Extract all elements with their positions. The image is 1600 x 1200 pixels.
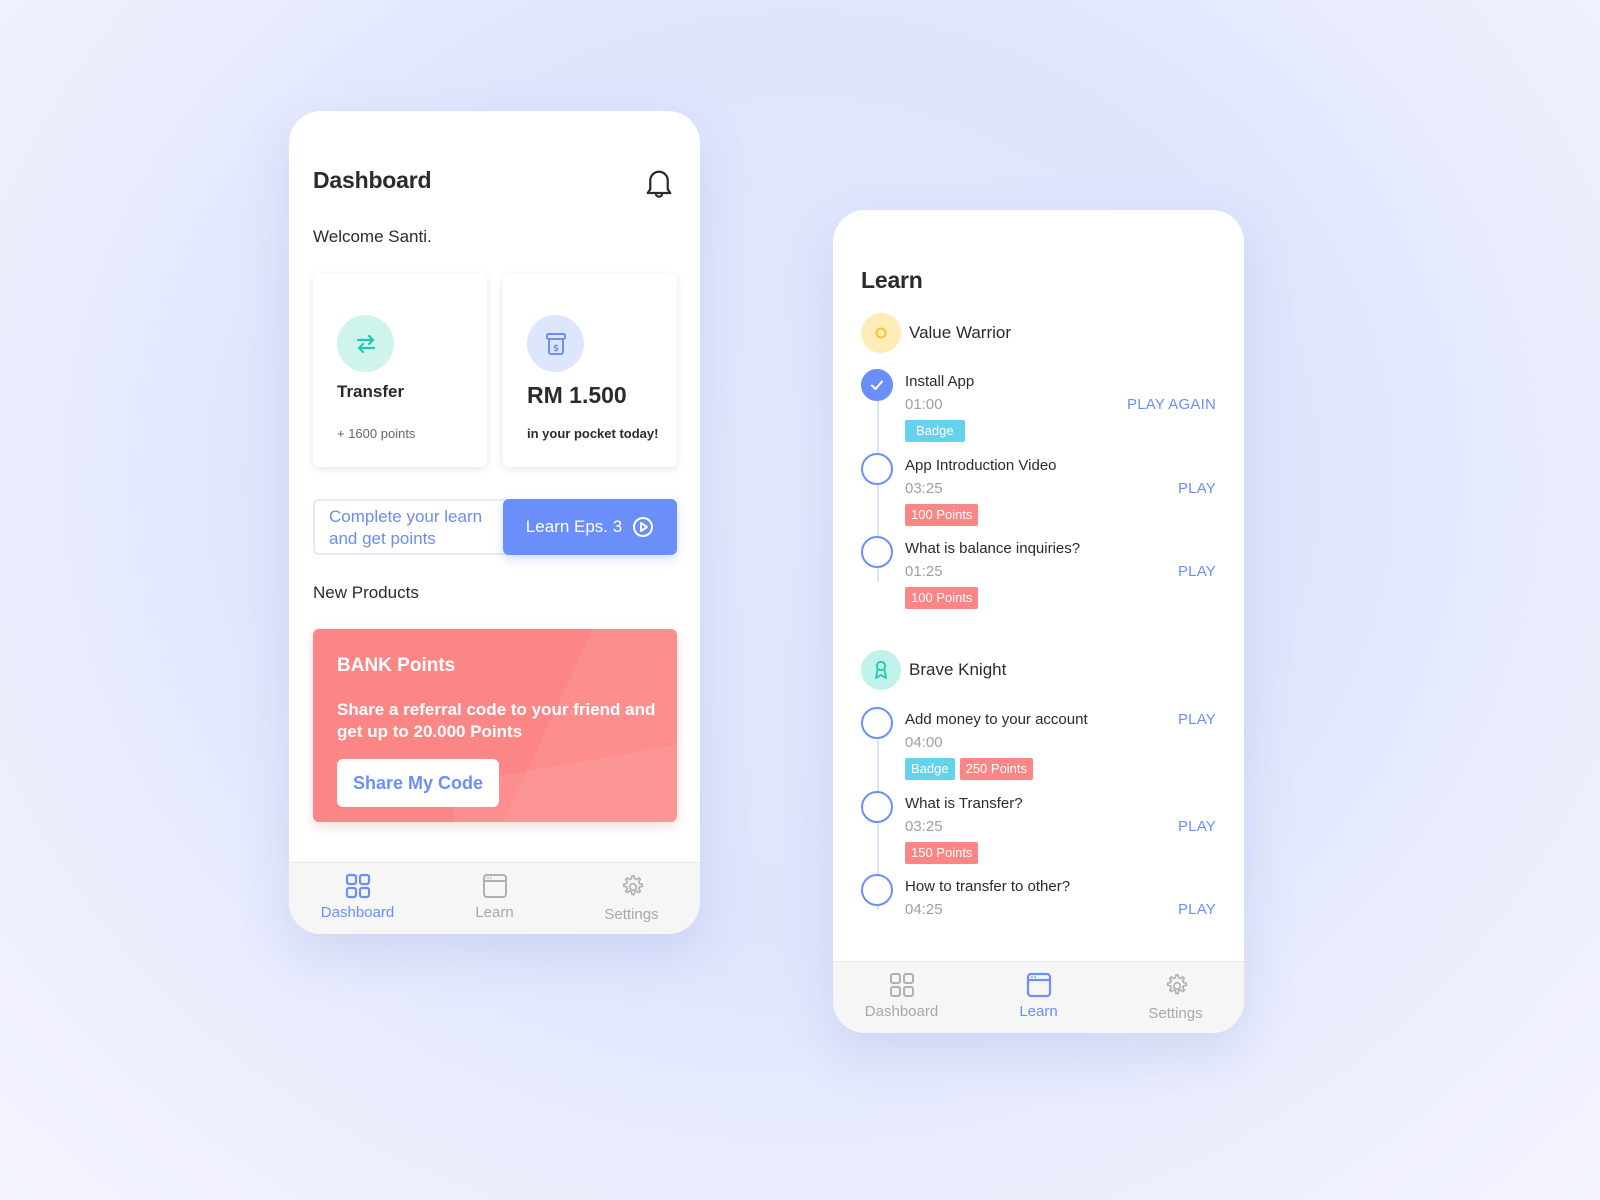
grid-icon xyxy=(889,973,914,997)
tab-settings[interactable]: Settings xyxy=(563,863,700,934)
lesson-node xyxy=(861,874,893,906)
award-ribbon-icon xyxy=(875,660,887,679)
completed-node xyxy=(861,369,893,401)
points-tag: 100 Points xyxy=(905,504,979,526)
play-button[interactable]: PLAY xyxy=(1178,901,1216,918)
lesson-tags: 100 Points xyxy=(905,587,979,609)
lesson-item: How to transfer to other? 04:25 PLAY xyxy=(861,874,1216,934)
page-title: Learn xyxy=(861,267,923,293)
learn-screen: Learn Value Warrior Install App 01:00 Ba… xyxy=(833,210,1244,1033)
tab-learn[interactable]: Learn xyxy=(426,863,563,934)
tab-label: Learn xyxy=(475,904,514,921)
lesson-duration: 04:00 xyxy=(905,734,943,751)
lesson-item: What is balance inquiries? 01:25 100 Poi… xyxy=(861,536,1216,616)
points-tag: 250 Points xyxy=(959,758,1034,780)
play-button[interactable]: PLAY xyxy=(1178,563,1216,580)
money-box-icon: $ xyxy=(545,332,566,355)
bank-points-card: BANK Points Share a referral code to you… xyxy=(313,629,677,822)
bank-points-title: BANK Points xyxy=(337,655,456,676)
money-icon-circle: $ xyxy=(527,315,584,372)
tab-label: Settings xyxy=(1148,1005,1203,1022)
window-icon xyxy=(1026,972,1051,998)
group-icon-circle xyxy=(861,313,901,353)
lesson-title: What is balance inquiries? xyxy=(905,540,1081,557)
group-header: Value Warrior xyxy=(861,313,1011,353)
lesson-duration: 01:00 xyxy=(905,396,943,413)
tab-label: Learn xyxy=(1019,1003,1058,1020)
lesson-tags: 100 Points xyxy=(905,504,979,526)
group-name: Value Warrior xyxy=(909,323,1012,342)
transfer-arrows-icon xyxy=(356,334,375,353)
check-icon xyxy=(871,380,883,390)
circle-icon xyxy=(875,327,887,339)
lesson-tags: 150 Points xyxy=(905,842,979,864)
share-code-button[interactable]: Share My Code xyxy=(337,759,499,807)
tab-label: Dashboard xyxy=(320,904,395,921)
transfer-points: + 1600 points xyxy=(337,426,416,441)
lesson-tags: Badge xyxy=(905,420,965,442)
lesson-item: Install App 01:00 Badge PLAY AGAIN xyxy=(861,369,1216,449)
gear-icon xyxy=(1166,974,1187,995)
lesson-duration: 03:25 xyxy=(905,818,943,835)
tab-label: Dashboard xyxy=(864,1003,939,1020)
welcome-text: Welcome Santi. xyxy=(313,227,432,246)
lesson-title: Add money to your account xyxy=(905,711,1088,728)
lesson-node xyxy=(861,536,893,568)
lesson-node xyxy=(861,707,893,739)
lesson-title: What is Transfer? xyxy=(905,795,1023,812)
bank-points-description: Share a referral code to your friend and… xyxy=(337,700,656,741)
transfer-label: Transfer xyxy=(337,382,405,401)
lesson-title: Install App xyxy=(905,373,975,390)
lesson-tags: Badge 250 Points xyxy=(905,758,1034,780)
lesson-duration: 03:25 xyxy=(905,480,943,497)
points-tag: 100 Points xyxy=(905,587,979,609)
group-icon-circle xyxy=(861,650,901,690)
transfer-icon-circle xyxy=(337,315,394,372)
new-products-heading: New Products xyxy=(313,583,419,602)
tab-learn[interactable]: Learn xyxy=(970,962,1107,1033)
tab-settings[interactable]: Settings xyxy=(1107,962,1244,1033)
play-again-button[interactable]: PLAY AGAIN xyxy=(1127,396,1216,413)
pocket-caption: in your pocket today! xyxy=(527,426,659,441)
points-tag: 150 Points xyxy=(905,842,979,864)
bell-icon[interactable] xyxy=(644,166,674,200)
badge-tag: Badge xyxy=(905,758,955,780)
bottom-tab-bar: Dashboard Learn Settings xyxy=(833,961,1244,1033)
pocket-card[interactable]: $ RM 1.500 in your pocket today! xyxy=(503,274,677,467)
group-header: Brave Knight xyxy=(861,650,1006,690)
learn-episode-label: Learn Eps. 3 xyxy=(525,517,623,536)
dashboard-screen: Dashboard Welcome Santi. Transfer + 1600… xyxy=(289,111,700,934)
lesson-item: App Introduction Video 03:25 100 Points … xyxy=(861,453,1216,533)
svg-text:$: $ xyxy=(552,344,558,354)
pocket-amount: RM 1.500 xyxy=(527,382,627,408)
window-icon xyxy=(482,874,507,898)
tab-label: Settings xyxy=(604,906,659,923)
play-button[interactable]: PLAY xyxy=(1178,818,1216,835)
lesson-item: Add money to your account 04:00 Badge 25… xyxy=(861,707,1216,787)
tab-dashboard[interactable]: Dashboard xyxy=(289,863,426,934)
gear-icon xyxy=(622,875,643,896)
play-button[interactable]: PLAY xyxy=(1178,480,1216,497)
lesson-title: App Introduction Video xyxy=(905,457,1057,474)
lesson-duration: 01:25 xyxy=(905,563,943,580)
grid-icon xyxy=(345,873,370,899)
lesson-duration: 04:25 xyxy=(905,901,943,918)
play-circle-icon xyxy=(633,517,654,537)
bottom-tab-bar: Dashboard Learn Settings xyxy=(289,862,700,934)
transfer-card[interactable]: Transfer + 1600 points xyxy=(313,274,487,467)
learn-episode-button[interactable]: Learn Eps. 3 xyxy=(503,499,677,555)
badge-tag: Badge xyxy=(905,420,965,442)
lesson-node xyxy=(861,453,893,485)
page-title: Dashboard xyxy=(313,167,432,193)
group-name: Brave Knight xyxy=(909,660,1007,679)
lesson-node xyxy=(861,791,893,823)
promo-text: Complete your learn and get points xyxy=(329,507,483,548)
lesson-title: How to transfer to other? xyxy=(905,878,1071,895)
lesson-item: What is Transfer? 03:25 150 Points PLAY xyxy=(861,791,1216,871)
play-button[interactable]: PLAY xyxy=(1178,711,1216,728)
tab-dashboard[interactable]: Dashboard xyxy=(833,962,970,1033)
